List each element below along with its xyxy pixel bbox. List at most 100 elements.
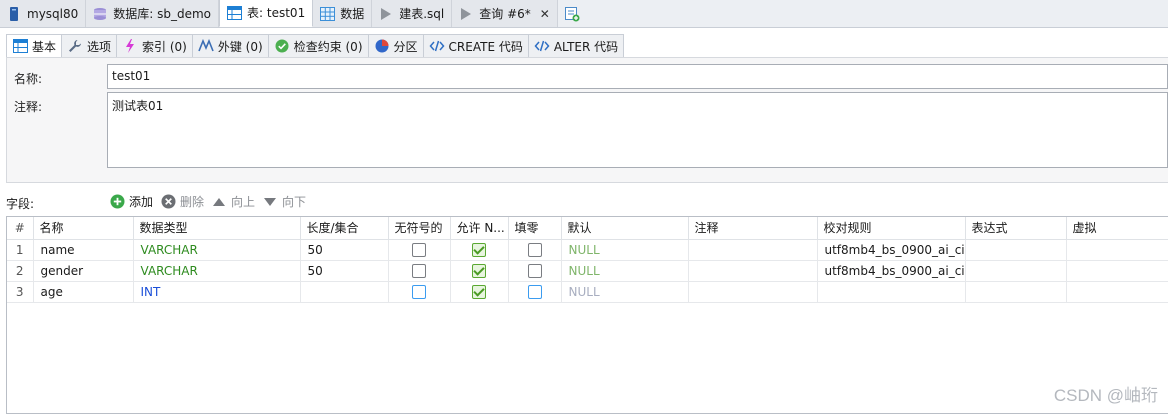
fields-table: # 名称 数据类型 长度/集合 无符号的 允许 N... 填零 默认 注释 校对…: [7, 217, 1168, 303]
collation-cell[interactable]: [817, 281, 966, 303]
zerofill-checkbox[interactable]: [527, 263, 542, 278]
zerofill-cell[interactable]: [508, 239, 562, 261]
table-name-field[interactable]: test01: [107, 64, 1168, 89]
close-icon[interactable]: ✕: [540, 7, 550, 21]
doc-tab-data[interactable]: 数据: [313, 0, 373, 27]
expression-cell[interactable]: [965, 239, 1067, 261]
unsigned-checkbox[interactable]: [412, 284, 426, 299]
column-header[interactable]: 填零: [508, 217, 562, 240]
tab-basic[interactable]: 基本: [6, 34, 63, 58]
check-circle-icon: [274, 38, 290, 54]
table-properties-panel: 名称: test01 注释: 测试表01: [6, 57, 1168, 183]
code-icon: [429, 38, 445, 54]
table-comment-field[interactable]: 测试表01: [107, 92, 1168, 168]
tab-indexes[interactable]: 索引 (0): [117, 34, 193, 58]
column-header[interactable]: 默认: [561, 217, 689, 240]
data-type-cell[interactable]: INT: [133, 281, 301, 303]
doc-tab-query-6[interactable]: 查询 #6* ✕: [452, 0, 558, 27]
delete-field-button[interactable]: 删除: [160, 193, 204, 210]
virtual-cell[interactable]: [1066, 281, 1168, 303]
field-name-cell[interactable]: name: [33, 239, 134, 261]
unsigned-cell[interactable]: [388, 260, 451, 282]
tab-options[interactable]: 选项: [62, 34, 118, 58]
virtual-cell[interactable]: [1066, 260, 1168, 282]
zerofill-cell[interactable]: [508, 260, 562, 282]
tab-create-code[interactable]: CREATE 代码: [423, 34, 529, 58]
column-header[interactable]: #: [7, 217, 34, 240]
table-row[interactable]: 1 name VARCHAR 50 NULL utf8mb4_bs_0900_a…: [7, 239, 1168, 261]
column-header[interactable]: 校对规则: [817, 217, 966, 240]
doc-tab-label: 数据库: sb_demo: [113, 7, 212, 21]
column-header[interactable]: 长度/集合: [300, 217, 389, 240]
add-label: 添加: [129, 195, 154, 209]
data-type-cell[interactable]: VARCHAR: [133, 260, 301, 282]
column-header[interactable]: 注释: [688, 217, 818, 240]
unsigned-cell[interactable]: [388, 281, 451, 303]
column-header[interactable]: 无符号的: [388, 217, 451, 240]
lightning-icon: [122, 38, 138, 54]
allow-null-checkbox[interactable]: [472, 242, 486, 257]
comment-cell[interactable]: [688, 281, 818, 303]
column-header[interactable]: 允许 N...: [450, 217, 509, 240]
data-type-cell[interactable]: VARCHAR: [133, 239, 301, 261]
collation-cell[interactable]: utf8mb4_bs_0900_ai_ci: [817, 260, 966, 282]
length-cell[interactable]: 50: [300, 239, 389, 261]
field-name-cell[interactable]: gender: [33, 260, 134, 282]
default-cell[interactable]: NULL: [561, 239, 689, 261]
doc-tab-label: 查询 #6*: [479, 7, 531, 21]
comment-cell[interactable]: [688, 260, 818, 282]
allow-null-cell[interactable]: [450, 239, 509, 261]
field-name-cell[interactable]: age: [33, 281, 134, 303]
zerofill-cell[interactable]: [508, 281, 562, 303]
expression-cell[interactable]: [965, 281, 1067, 303]
tab-foreign-keys[interactable]: 外键 (0): [192, 34, 269, 58]
add-field-button[interactable]: 添加: [109, 193, 153, 210]
tab-alter-code[interactable]: ALTER 代码: [528, 34, 625, 58]
tab-partitions[interactable]: 分区: [368, 34, 424, 58]
unsigned-cell[interactable]: [388, 239, 451, 261]
fields-label: 字段:: [6, 197, 35, 211]
doc-tab-create-sql[interactable]: 建表.sql: [372, 0, 453, 27]
doc-tab-label: 建表.sql: [399, 7, 445, 21]
column-header[interactable]: 虚拟: [1066, 217, 1168, 240]
length-cell[interactable]: [300, 281, 389, 303]
delete-icon: [160, 194, 176, 210]
column-header[interactable]: 表达式: [965, 217, 1067, 240]
table-row[interactable]: 3 age INT NULL: [7, 281, 1168, 303]
collation-cell[interactable]: utf8mb4_bs_0900_ai_ci: [817, 239, 966, 261]
table-icon: [226, 5, 242, 21]
virtual-cell[interactable]: [1066, 239, 1168, 261]
unsigned-checkbox[interactable]: [412, 263, 426, 278]
column-header[interactable]: 数据类型: [133, 217, 301, 240]
table-header-row: # 名称 数据类型 长度/集合 无符号的 允许 N... 填零 默认 注释 校对…: [7, 217, 1168, 240]
tab-check-constraints[interactable]: 检查约束 (0): [268, 34, 369, 58]
row-number: 3: [7, 281, 34, 303]
foreign-key-icon: [198, 38, 214, 54]
doc-tab-label: mysql80: [27, 6, 79, 21]
database-icon: [92, 6, 108, 22]
doc-tab-database[interactable]: 数据库: sb_demo: [86, 0, 220, 27]
comment-cell[interactable]: [688, 239, 818, 261]
move-down-button[interactable]: 向下: [262, 193, 306, 210]
allow-null-checkbox[interactable]: [472, 263, 486, 278]
arrow-up-icon: [211, 194, 227, 210]
column-header[interactable]: 名称: [33, 217, 134, 240]
move-up-button[interactable]: 向上: [211, 193, 255, 210]
unsigned-checkbox[interactable]: [412, 242, 426, 257]
default-cell[interactable]: NULL: [561, 260, 689, 282]
allow-null-cell[interactable]: [450, 260, 509, 282]
doc-tab-table-test01[interactable]: 表: test01: [219, 0, 314, 27]
zerofill-checkbox[interactable]: [527, 284, 542, 299]
new-query-icon: [564, 6, 580, 22]
name-label: 名称:: [14, 72, 43, 86]
doc-tab-mysql80[interactable]: mysql80: [0, 0, 87, 27]
default-cell[interactable]: NULL: [561, 281, 689, 303]
watermark: CSDN @岫珩: [1053, 386, 1158, 405]
allow-null-checkbox[interactable]: [472, 284, 486, 299]
length-cell[interactable]: 50: [300, 260, 389, 282]
allow-null-cell[interactable]: [450, 281, 509, 303]
new-query-button[interactable]: [558, 0, 587, 27]
table-row[interactable]: 2 gender VARCHAR 50 NULL utf8mb4_bs_0900…: [7, 260, 1168, 282]
expression-cell[interactable]: [965, 260, 1067, 282]
zerofill-checkbox[interactable]: [527, 242, 542, 257]
